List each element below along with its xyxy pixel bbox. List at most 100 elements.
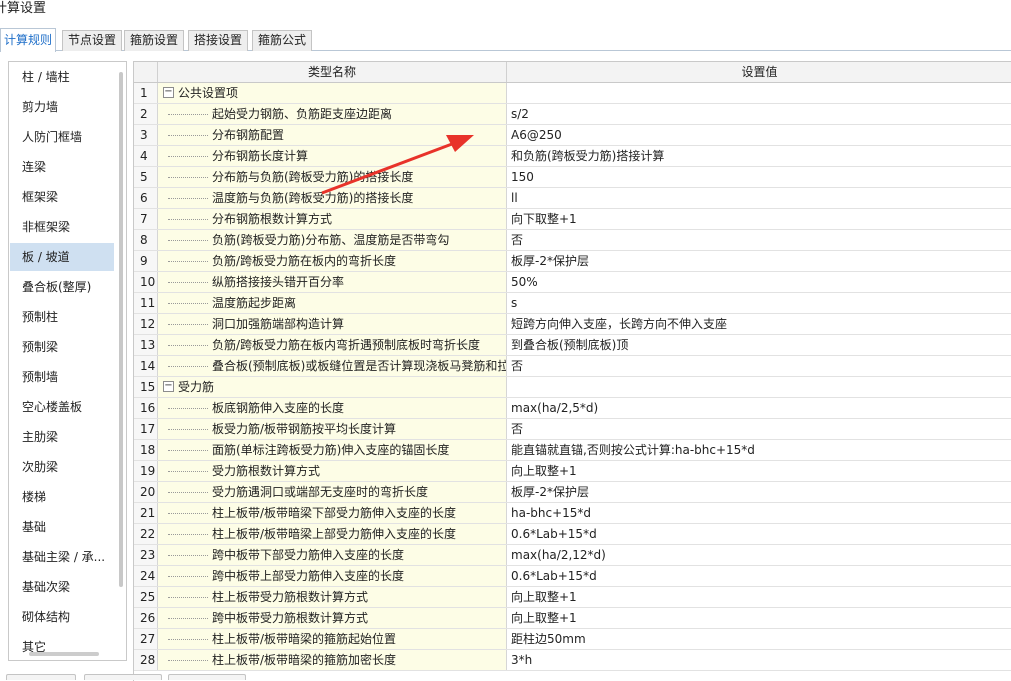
tree-connector-line xyxy=(168,324,208,325)
row-number: 3 xyxy=(134,125,158,145)
table-row[interactable]: 13 负筋/跨板受力筋在板内弯折遇预制底板时弯折长度 到叠合板(预制底板)顶 xyxy=(134,335,1011,356)
table-row[interactable]: 9 负筋/跨板受力筋在板内的弯折长度 板厚-2*保护层 xyxy=(134,251,1011,272)
table-row[interactable]: 26 跨中板带受力筋根数计算方式 向上取整+1 xyxy=(134,608,1011,629)
sidebar-item[interactable]: 基础 xyxy=(10,513,114,541)
setting-value-cell[interactable]: 否 xyxy=(507,356,1011,376)
tab-stirrup-settings[interactable]: 箍筋设置 xyxy=(124,30,184,51)
setting-label: 负筋/跨板受力筋在板内的弯折长度 xyxy=(212,254,397,268)
setting-value-cell[interactable]: 0.6*Lab+15*d xyxy=(507,566,1011,586)
table-row[interactable]: 16 板底钢筋伸入支座的长度 max(ha/2,5*d) xyxy=(134,398,1011,419)
tab-calc-rules[interactable]: 计算规则 xyxy=(0,28,56,52)
setting-label: 纵筋搭接接头错开百分率 xyxy=(212,275,345,289)
sidebar-item[interactable]: 预制梁 xyxy=(10,333,114,361)
table-row[interactable]: 4 分布钢筋长度计算 和负筋(跨板受力筋)搭接计算 xyxy=(134,146,1011,167)
table-row[interactable]: 10 纵筋搭接接头错开百分率 50% xyxy=(134,272,1011,293)
group-row[interactable]: 1− 公共设置项 xyxy=(134,83,1011,104)
setting-value-cell[interactable]: 向上取整+1 xyxy=(507,587,1011,607)
sidebar-item[interactable]: 叠合板(整厚) xyxy=(10,273,114,301)
row-number: 2 xyxy=(134,104,158,124)
setting-value-cell[interactable]: 板厚-2*保护层 xyxy=(507,251,1011,271)
table-row[interactable]: 11 温度筋起步距离 s xyxy=(134,293,1011,314)
table-row[interactable]: 23 跨中板带下部受力筋伸入支座的长度 max(ha/2,12*d) xyxy=(134,545,1011,566)
sidebar-item[interactable]: 板 / 坡道 xyxy=(10,243,114,271)
sidebar-item[interactable]: 框架梁 xyxy=(10,183,114,211)
setting-value-cell[interactable]: 到叠合板(预制底板)顶 xyxy=(507,335,1011,355)
setting-value-cell[interactable]: max(ha/2,12*d) xyxy=(507,545,1011,565)
table-row[interactable]: 6 温度筋与负筋(跨板受力筋)的搭接长度 ll xyxy=(134,188,1011,209)
table-row[interactable]: 18 面筋(单标注跨板受力筋)伸入支座的锚固长度 能直锚就直锚,否则按公式计算:ha… xyxy=(134,440,1011,461)
table-row[interactable]: 20 受力筋遇洞口或端部无支座时的弯折长度 板厚-2*保护层 xyxy=(134,482,1011,503)
setting-value-cell[interactable]: ha-bhc+15*d xyxy=(507,503,1011,523)
setting-value-cell[interactable]: A6@250 xyxy=(507,125,1011,145)
table-row[interactable]: 5 分布筋与负筋(跨板受力筋)的搭接长度 150 xyxy=(134,167,1011,188)
sidebar-item[interactable]: 基础主梁 / 承... xyxy=(10,543,114,571)
header-setting-value[interactable]: 设置值 xyxy=(507,62,1011,82)
table-row[interactable]: 3 分布钢筋配置 A6@250 xyxy=(134,125,1011,146)
table-row[interactable]: 24 跨中板带上部受力筋伸入支座的长度 0.6*Lab+15*d xyxy=(134,566,1011,587)
type-name-cell: 叠合板(预制底板)或板缝位置是否计算现浇板马凳筋和拉筋 xyxy=(158,356,507,376)
setting-value-cell[interactable]: 150 xyxy=(507,167,1011,187)
setting-value-cell[interactable]: 短跨方向伸入支座，长跨方向不伸入支座 xyxy=(507,314,1011,334)
sidebar-item[interactable]: 非框架梁 xyxy=(10,213,114,241)
table-row[interactable]: 22 柱上板带/板带暗梁上部受力筋伸入支座的长度 0.6*Lab+15*d xyxy=(134,524,1011,545)
bottom-button-1[interactable] xyxy=(6,674,76,680)
row-number: 22 xyxy=(134,524,158,544)
bottom-button-2[interactable] xyxy=(84,674,162,680)
setting-value-cell[interactable]: 向上取整+1 xyxy=(507,461,1011,481)
group-row[interactable]: 15− 受力筋 xyxy=(134,377,1011,398)
setting-value-cell[interactable]: ll xyxy=(507,188,1011,208)
sidebar-item[interactable]: 预制墙 xyxy=(10,363,114,391)
table-row[interactable]: 21 柱上板带/板带暗梁下部受力筋伸入支座的长度 ha-bhc+15*d xyxy=(134,503,1011,524)
tree-connector-line xyxy=(168,135,208,136)
header-type-name[interactable]: 类型名称 xyxy=(158,62,507,82)
sidebar-item[interactable]: 柱 / 墙柱 xyxy=(10,63,114,91)
setting-value-cell[interactable]: 向上取整+1 xyxy=(507,608,1011,628)
table-row[interactable]: 25 柱上板带受力筋根数计算方式 向上取整+1 xyxy=(134,587,1011,608)
setting-value-cell[interactable]: 否 xyxy=(507,419,1011,439)
sidebar-item[interactable]: 主肋梁 xyxy=(10,423,114,451)
setting-value-cell[interactable]: 否 xyxy=(507,230,1011,250)
bottom-button-3[interactable] xyxy=(168,674,246,680)
sidebar-horizontal-scroll-thumb[interactable] xyxy=(29,652,99,656)
table-row[interactable]: 28 柱上板带/板带暗梁的箍筋加密长度 3*h xyxy=(134,650,1011,671)
collapse-minus-icon[interactable]: − xyxy=(163,381,174,392)
row-number: 26 xyxy=(134,608,158,628)
sidebar-item[interactable]: 预制柱 xyxy=(10,303,114,331)
sidebar-item[interactable]: 砌体结构 xyxy=(10,603,114,631)
setting-value-cell[interactable]: 向下取整+1 xyxy=(507,209,1011,229)
sidebar-scrollbar[interactable] xyxy=(117,72,125,587)
sidebar-item[interactable]: 基础次梁 xyxy=(10,573,114,601)
setting-label: 分布钢筋配置 xyxy=(212,128,285,142)
sidebar-scroll-thumb[interactable] xyxy=(119,72,123,587)
setting-value-cell[interactable]: 50% xyxy=(507,272,1011,292)
sidebar-item[interactable]: 次肋梁 xyxy=(10,453,114,481)
setting-value-cell[interactable]: s xyxy=(507,293,1011,313)
setting-value-cell[interactable]: 和负筋(跨板受力筋)搭接计算 xyxy=(507,146,1011,166)
sidebar-item[interactable]: 其它 xyxy=(10,633,114,660)
sidebar-item[interactable]: 楼梯 xyxy=(10,483,114,511)
setting-value-cell[interactable]: s/2 xyxy=(507,104,1011,124)
tab-lap-settings[interactable]: 搭接设置 xyxy=(188,30,248,51)
row-number: 24 xyxy=(134,566,158,586)
setting-value-cell[interactable]: 距柱边50mm xyxy=(507,629,1011,649)
tab-node-settings[interactable]: 节点设置 xyxy=(62,30,122,51)
sidebar-item[interactable]: 人防门框墙 xyxy=(10,123,114,151)
table-row[interactable]: 8 负筋(跨板受力筋)分布筋、温度筋是否带弯勾 否 xyxy=(134,230,1011,251)
sidebar-item[interactable]: 空心楼盖板 xyxy=(10,393,114,421)
table-row[interactable]: 12 洞口加强筋端部构造计算 短跨方向伸入支座，长跨方向不伸入支座 xyxy=(134,314,1011,335)
table-row[interactable]: 7 分布钢筋根数计算方式 向下取整+1 xyxy=(134,209,1011,230)
setting-value-cell[interactable]: 3*h xyxy=(507,650,1011,670)
setting-value-cell[interactable]: 0.6*Lab+15*d xyxy=(507,524,1011,544)
table-row[interactable]: 14 叠合板(预制底板)或板缝位置是否计算现浇板马凳筋和拉筋否 xyxy=(134,356,1011,377)
table-row[interactable]: 17 板受力筋/板带钢筋按平均长度计算 否 xyxy=(134,419,1011,440)
table-row[interactable]: 2 起始受力钢筋、负筋距支座边距离 s/2 xyxy=(134,104,1011,125)
sidebar-item[interactable]: 剪力墙 xyxy=(10,93,114,121)
table-row[interactable]: 19 受力筋根数计算方式 向上取整+1 xyxy=(134,461,1011,482)
sidebar-item[interactable]: 连梁 xyxy=(10,153,114,181)
tab-stirrup-formula[interactable]: 箍筋公式 xyxy=(252,30,312,51)
setting-value-cell[interactable]: 能直锚就直锚,否则按公式计算:ha-bhc+15*d xyxy=(507,440,1011,460)
collapse-minus-icon[interactable]: − xyxy=(163,87,174,98)
table-row[interactable]: 27 柱上板带/板带暗梁的箍筋起始位置 距柱边50mm xyxy=(134,629,1011,650)
setting-value-cell[interactable]: 板厚-2*保护层 xyxy=(507,482,1011,502)
setting-value-cell[interactable]: max(ha/2,5*d) xyxy=(507,398,1011,418)
